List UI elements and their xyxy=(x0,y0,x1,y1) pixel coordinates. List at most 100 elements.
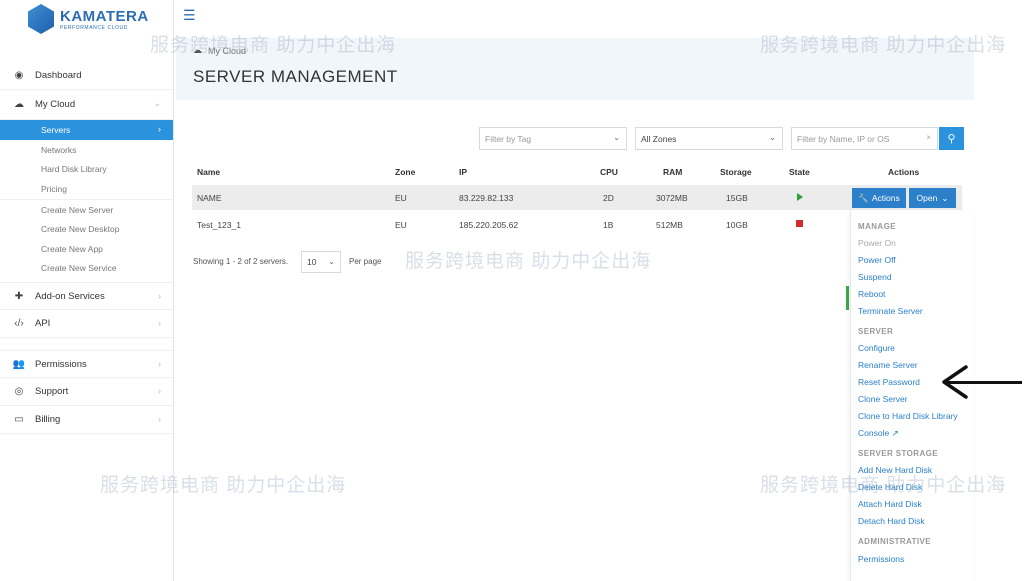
menu-item-reboot[interactable]: Reboot xyxy=(858,289,885,299)
puzzle-icon: ✚ xyxy=(14,290,24,302)
open-button[interactable]: Open ⌄ xyxy=(909,188,956,208)
pager-summary: Showing 1 - 2 of 2 servers. xyxy=(193,257,289,266)
server-ram: 512MB xyxy=(656,220,683,230)
sidebar-subitem-label: Create New Service xyxy=(41,263,117,274)
server-name[interactable]: Test_123_1 xyxy=(197,220,241,230)
per-page-select[interactable]: 10 ⌄ xyxy=(301,251,341,273)
brand-logo[interactable]: KAMATERA PERFORMANCE CLOUD xyxy=(28,4,149,34)
sidebar-subitem-create-app[interactable]: Create New App xyxy=(0,239,173,259)
server-name[interactable]: NAME xyxy=(197,193,222,203)
watermark-text: 服务跨境电商 助力中企出海 xyxy=(760,35,1007,56)
menu-item-detach-disk[interactable]: Detach Hard Disk xyxy=(858,516,925,526)
menu-item-console-label: Console xyxy=(858,428,890,438)
menu-item-attach-disk[interactable]: Attach Hard Disk xyxy=(858,499,922,509)
server-ram: 3072MB xyxy=(656,193,688,203)
sidebar-subitem-label: Create New Desktop xyxy=(41,223,120,234)
wrench-icon: 🔧 xyxy=(858,192,869,203)
actions-button[interactable]: 🔧 Actions xyxy=(852,188,906,208)
server-zone: EU xyxy=(395,193,407,203)
sidebar-item-billing[interactable]: ▭ Billing › xyxy=(0,406,173,435)
kamatera-logo-icon xyxy=(28,4,54,34)
search-button[interactable]: ⚲ xyxy=(939,127,964,150)
code-icon: ‹/› xyxy=(14,318,24,330)
brand-tagline: PERFORMANCE CLOUD xyxy=(60,24,128,31)
sidebar-subitem-hard-disk-library[interactable]: Hard Disk Library xyxy=(0,160,173,180)
menu-item-configure[interactable]: Configure xyxy=(858,343,895,353)
menu-header-storage: SERVER STORAGE xyxy=(858,449,938,458)
sidebar-item-label: Support xyxy=(35,386,69,398)
clear-icon[interactable]: × xyxy=(926,133,931,142)
menu-header-administrative: ADMINISTRATIVE xyxy=(858,537,932,546)
sidebar-item-support[interactable]: ◎ Support › xyxy=(0,378,173,407)
tag-filter-placeholder: Filter by Tag xyxy=(485,133,532,144)
menu-item-suspend[interactable]: Suspend xyxy=(858,272,892,282)
sidebar-subitem-create-desktop[interactable]: Create New Desktop xyxy=(0,219,173,239)
sidebar-item-label: Billing xyxy=(35,414,61,426)
annotation-arrow-icon xyxy=(942,365,968,399)
sidebar-item-label: Add-on Services xyxy=(35,290,105,302)
sidebar-item-my-cloud[interactable]: ☁ My Cloud ⌄ xyxy=(0,90,173,120)
chevron-right-icon: › xyxy=(158,414,161,425)
chevron-right-icon: › xyxy=(158,124,161,134)
watermark-text: 服务跨境电商 助力中企出海 xyxy=(760,475,1007,496)
menu-item-terminate[interactable]: Terminate Server xyxy=(858,306,923,316)
table-row[interactable]: Test_123_1 EU 185.220.205.62 1B 512MB 10… xyxy=(192,212,962,237)
menu-item-power-on[interactable]: Power On xyxy=(858,238,896,248)
sidebar-item-dashboard[interactable]: ◉ Dashboard xyxy=(0,62,173,90)
chevron-down-icon: ⌄ xyxy=(328,257,335,266)
chevron-right-icon: › xyxy=(158,291,161,302)
column-header-storage[interactable]: Storage xyxy=(720,167,752,177)
server-zone: EU xyxy=(395,220,407,230)
users-icon: 👥 xyxy=(12,358,26,370)
menu-toggle-icon[interactable]: ☰ xyxy=(183,7,196,24)
sidebar-subitem-label: Servers xyxy=(41,124,71,135)
sidebar-item-api[interactable]: ‹/› API › xyxy=(0,310,173,339)
server-cpu: 2D xyxy=(603,193,614,203)
menu-item-reset-password[interactable]: Reset Password xyxy=(858,377,920,387)
sidebar-item-add-on-services[interactable]: ✚ Add-on Services › xyxy=(0,282,173,311)
menu-item-rename[interactable]: Rename Server xyxy=(858,360,918,370)
column-header-cpu[interactable]: CPU xyxy=(600,167,618,177)
watermark-text: 服务跨境电商 助力中企出海 xyxy=(405,251,652,272)
sidebar-subitem-networks[interactable]: Networks xyxy=(0,140,173,160)
tag-filter-select[interactable]: Filter by Tag ⌄ xyxy=(479,127,627,150)
sidebar-subitem-label: Networks xyxy=(41,144,77,155)
search-input[interactable]: Filter by Name, IP or OS × xyxy=(791,127,938,150)
column-header-name[interactable]: Name xyxy=(197,167,220,177)
column-header-zone[interactable]: Zone xyxy=(395,167,415,177)
external-link-icon: ↗ xyxy=(891,428,899,438)
chevron-right-icon: › xyxy=(158,318,161,329)
table-row[interactable]: NAME EU 83.229.82.133 2D 3072MB 15GB xyxy=(192,185,962,210)
menu-item-clone-hdl[interactable]: Clone to Hard Disk Library xyxy=(858,411,958,421)
column-header-ram[interactable]: RAM xyxy=(663,167,682,177)
dashboard-icon: ◉ xyxy=(14,70,24,81)
menu-item-power-off[interactable]: Power Off xyxy=(858,255,896,265)
column-header-ip[interactable]: IP xyxy=(459,167,467,177)
support-icon: ◎ xyxy=(14,386,24,398)
chevron-right-icon: › xyxy=(158,359,161,370)
menu-header-server: SERVER xyxy=(858,327,894,336)
sidebar-item-label: My Cloud xyxy=(35,99,76,110)
sidebar-subitem-create-server[interactable]: Create New Server xyxy=(0,199,173,219)
watermark-text: 服务跨境电商 助力中企出海 xyxy=(100,475,347,496)
actions-button-label: Actions xyxy=(871,193,900,203)
zone-filter-select[interactable]: All Zones ⌄ xyxy=(635,127,783,150)
per-page-label: Per page xyxy=(349,257,382,266)
sidebar-subitem-servers[interactable]: Servers › xyxy=(0,120,173,140)
sidebar-item-label: Permissions xyxy=(35,358,87,370)
server-ip: 83.229.82.133 xyxy=(459,193,514,203)
server-storage: 10GB xyxy=(726,220,748,230)
open-button-label: Open xyxy=(916,193,938,203)
column-header-state[interactable]: State xyxy=(789,167,810,177)
sidebar-subitem-create-service[interactable]: Create New Service xyxy=(0,259,173,279)
menu-item-permissions[interactable]: Permissions xyxy=(858,554,904,564)
sidebar-item-permissions[interactable]: 👥 Permissions › xyxy=(0,350,173,379)
chevron-down-icon: ⌄ xyxy=(613,133,620,142)
menu-item-clone[interactable]: Clone Server xyxy=(858,394,908,404)
sidebar-nav: ◉ Dashboard ☁ My Cloud ⌄ Servers › Netwo… xyxy=(0,62,173,435)
stopped-state-icon xyxy=(796,220,803,227)
brand-name: KAMATERA xyxy=(60,7,149,25)
sidebar-subitem-pricing[interactable]: Pricing xyxy=(0,179,173,199)
menu-item-console[interactable]: Console ↗ xyxy=(858,428,899,439)
server-storage: 15GB xyxy=(726,193,748,203)
